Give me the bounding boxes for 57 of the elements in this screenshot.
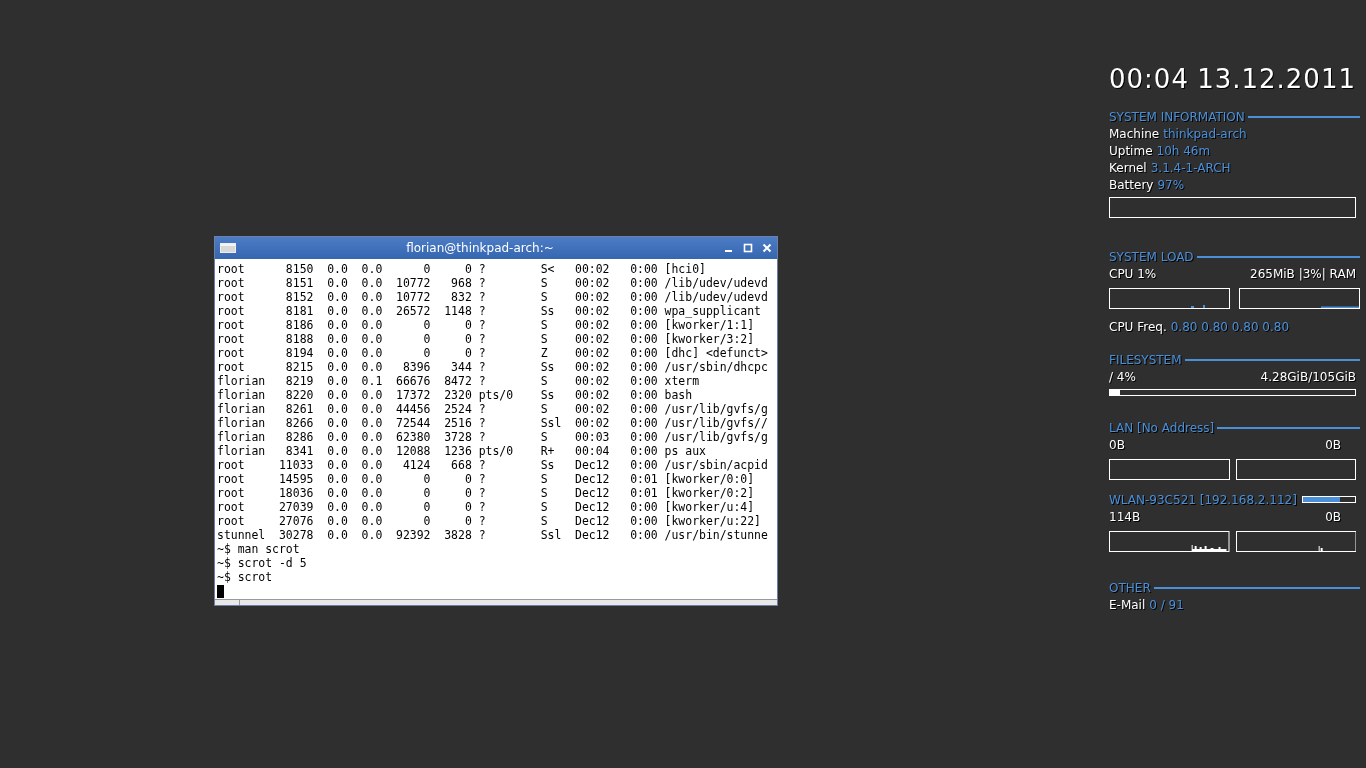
terminal-line: florian 8286 0.0 0.0 62380 3728 ? S 00:03 0:00 /usr/lib/gvfs/g — [217, 430, 769, 444]
disk-usage: 4.28GiB/105GiB — [1260, 369, 1356, 384]
terminal-line: ~$ scrot — [217, 570, 274, 584]
maximize-icon[interactable] — [743, 243, 753, 253]
info-label: Kernel — [1109, 160, 1147, 175]
info-label: Uptime — [1109, 143, 1153, 158]
terminal-line: root 8152 0.0 0.0 10772 832 ? S 00:02 0:00 /lib/udev/udevd — [217, 290, 769, 304]
terminal-line: root 27039 0.0 0.0 0 0 ? S Dec12 0:00 [kworker/u:4] — [217, 500, 756, 514]
info-value: 97% — [1157, 177, 1185, 192]
download-rate: 0B — [1109, 437, 1125, 452]
section-heading: FILESYSTEM — [1109, 352, 1182, 367]
section-heading: SYSTEM INFORMATION — [1109, 109, 1245, 124]
section-heading: OTHER — [1109, 580, 1151, 595]
terminal-line: root 8215 0.0 0.0 8396 344 ? Ss 00:02 0:00 /usr/sbin/dhcpc — [217, 360, 769, 374]
text-cursor — [217, 585, 224, 598]
info-value: thinkpad-arch — [1163, 126, 1247, 141]
terminal-line: florian 8341 0.0 0.0 12088 1236 pts/0 R+ 00:04 0:00 ps aux — [217, 444, 707, 458]
window-title: florian@thinkpad-arch:~ — [405, 241, 555, 255]
terminal-line: root 8181 0.0 0.0 26572 1148 ? Ss 00:02 0:00 wpa_supplicant — [217, 304, 762, 318]
horizontal-scrollbar[interactable] — [215, 599, 777, 605]
cpu-frequencies: 0.80 0.80 0.80 0.80 — [1170, 319, 1290, 334]
terminal-line: root 8150 0.0 0.0 0 0 ? S< 00:02 0:00 [hci0] — [217, 262, 707, 276]
ram-usage: 265MiB |3%| RAM — [1250, 266, 1356, 281]
terminal-line: root 14595 0.0 0.0 0 0 ? S Dec12 0:01 [kworker/0:0] — [217, 472, 756, 486]
terminal-line: florian 8220 0.0 0.0 17372 2320 pts/0 Ss 00:02 0:00 bash — [217, 388, 694, 402]
info-value: 10h 46m — [1156, 143, 1211, 158]
terminal-line: root 18036 0.0 0.0 0 0 ? S Dec12 0:01 [kworker/0:2] — [217, 486, 756, 500]
terminal-line: ~$ scrot -d 5 — [217, 556, 308, 570]
upload-rate: 0B — [1325, 437, 1341, 452]
signal-bar — [1301, 496, 1356, 503]
info-value: 3.1.4-1-ARCH — [1150, 160, 1231, 175]
clock-date: 13.12.2011 — [1197, 64, 1356, 94]
download-rate: 114B — [1109, 509, 1141, 524]
info-label: CPU Freq. — [1109, 319, 1167, 334]
terminal-line: florian 8219 0.0 0.1 66676 8472 ? S 00:02 0:00 xterm — [217, 374, 701, 388]
upload-rate: 0B — [1325, 509, 1341, 524]
terminal-line: root 8186 0.0 0.0 0 0 ? S 00:02 0:00 [kworker/1:1] — [217, 318, 756, 332]
section-heading: SYSTEM LOAD — [1109, 249, 1194, 264]
section-heading: WLAN-93C521 [192.168.2.112] — [1109, 492, 1297, 507]
terminal-line: root 11033 0.0 0.0 4124 668 ? Ss Dec12 0:00 /usr/sbin/acpid — [217, 458, 769, 472]
mount-usage: / 4% — [1109, 369, 1136, 384]
cpu-usage: CPU 1% — [1109, 266, 1157, 281]
info-value: 0 / 91 — [1149, 597, 1184, 612]
terminal-line: root 8194 0.0 0.0 0 0 ? Z 00:02 0:00 [dhc] <defunct> — [217, 346, 769, 360]
info-label: Machine — [1109, 126, 1160, 141]
terminal-line: florian 8261 0.0 0.0 44456 2524 ? S 00:02 0:00 /usr/lib/gvfs/g — [217, 402, 769, 416]
terminal-line: root 27076 0.0 0.0 0 0 ? S Dec12 0:00 [kworker/u:22] — [217, 514, 762, 528]
info-label: Battery — [1109, 177, 1154, 192]
info-label: E-Mail — [1109, 597, 1146, 612]
terminal-line: root 8151 0.0 0.0 10772 968 ? S 00:02 0:00 /lib/udev/udevd — [217, 276, 769, 290]
section-heading: LAN [No Address] — [1109, 420, 1215, 435]
close-icon[interactable] — [762, 243, 772, 253]
terminal-line: stunnel 30278 0.0 0.0 92392 3828 ? Ssl Dec12 0:00 /usr/bin/stunne — [217, 528, 769, 542]
terminal-line: florian 8266 0.0 0.0 72544 2516 ? Ssl 00:02 0:00 /usr/lib/gvfs// — [217, 416, 769, 430]
terminal-line: root 8188 0.0 0.0 0 0 ? S 00:02 0:00 [kworker/3:2] — [217, 332, 756, 346]
clock-time: 00:04 — [1109, 64, 1189, 94]
terminal-line: ~$ man scrot — [217, 542, 301, 556]
